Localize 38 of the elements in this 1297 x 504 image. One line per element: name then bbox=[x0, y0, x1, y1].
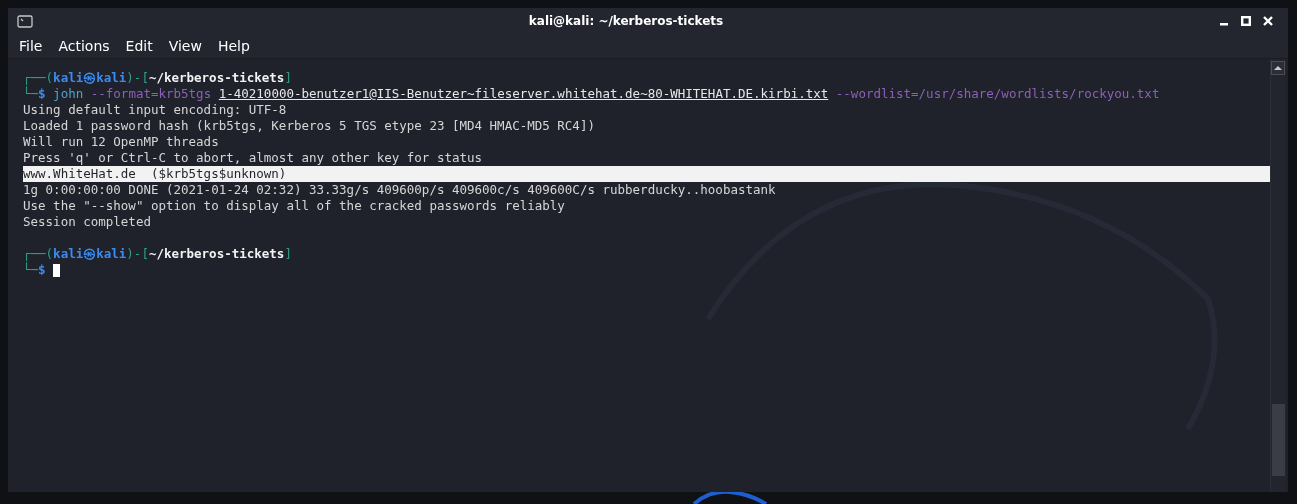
scrollbar-thumb[interactable] bbox=[1272, 404, 1285, 476]
close-icon[interactable] bbox=[1263, 16, 1273, 26]
prompt-frame: └─ bbox=[23, 262, 39, 278]
file-argument: 1-40210000-benutzer1@IIS-Benutzer~fileserver.whitehat.de~80-WHITEHAT.DE.kirbi.txt bbox=[218, 86, 829, 102]
prompt-user: $ bbox=[38, 86, 46, 102]
prompt-frame: )-[ bbox=[126, 70, 149, 86]
prompt-frame: └─ bbox=[23, 86, 39, 102]
prompt-frame: ┌──( bbox=[23, 70, 54, 86]
command-text: john bbox=[52, 86, 84, 102]
maximize-icon[interactable] bbox=[1241, 16, 1251, 26]
prompt-frame: ] bbox=[284, 246, 292, 262]
terminal-icon bbox=[17, 14, 33, 28]
output-text: Will run 12 OpenMP threads bbox=[23, 134, 219, 150]
output-text: Loaded 1 password hash (krb5tgs, Kerberos 5 TGS etype 23 [MD4 HMAC-MD5 RC4]) bbox=[23, 118, 595, 134]
prompt-frame: )-[ bbox=[126, 246, 149, 262]
prompt-user: $ bbox=[38, 262, 46, 278]
output-text: Press 'q' or Ctrl-C to abort, almost any other key for status bbox=[23, 150, 483, 166]
prompt-path: ~/kerberos-tickets bbox=[148, 70, 285, 86]
output-text: Use the "--show" option to display all of the cracked passwords reliably bbox=[23, 198, 565, 214]
option-text: --format=krb5tgs bbox=[89, 86, 213, 102]
output-text: 1g 0:00:00:00 DONE (2021-01-24 02:32) 33.33g/s 409600p/s 409600c/s 409600C/s rubberducky..hoobastank bbox=[23, 182, 776, 198]
prompt-frame: ] bbox=[284, 70, 292, 86]
scrollbar[interactable] bbox=[1270, 59, 1286, 492]
prompt-path: ~/kerberos-tickets bbox=[148, 246, 285, 262]
menu-item[interactable]: File bbox=[19, 35, 43, 57]
scroll-up-icon[interactable] bbox=[1271, 61, 1285, 75]
menu-item[interactable]: Edit bbox=[125, 35, 153, 57]
menu-item[interactable]: View bbox=[168, 35, 202, 57]
option-text: --wordlist=/usr/share/wordlists/rockyou.txt bbox=[834, 86, 1160, 102]
prompt-frame: ┌──( bbox=[23, 246, 54, 262]
menu-item[interactable]: Help bbox=[217, 35, 250, 57]
prompt-user: kali㉿kali bbox=[53, 246, 127, 262]
window-title: kali@kali: ~/kerberos-tickets bbox=[527, 13, 725, 30]
output-text: Using default input encoding: UTF-8 bbox=[23, 102, 287, 118]
prompt-user: kali㉿kali bbox=[53, 70, 127, 86]
menu-item[interactable]: Actions bbox=[58, 35, 110, 57]
output-text: Session completed bbox=[23, 214, 151, 230]
output-text: www.WhiteHat.de ($krb5tgs$unknown) bbox=[23, 166, 287, 182]
